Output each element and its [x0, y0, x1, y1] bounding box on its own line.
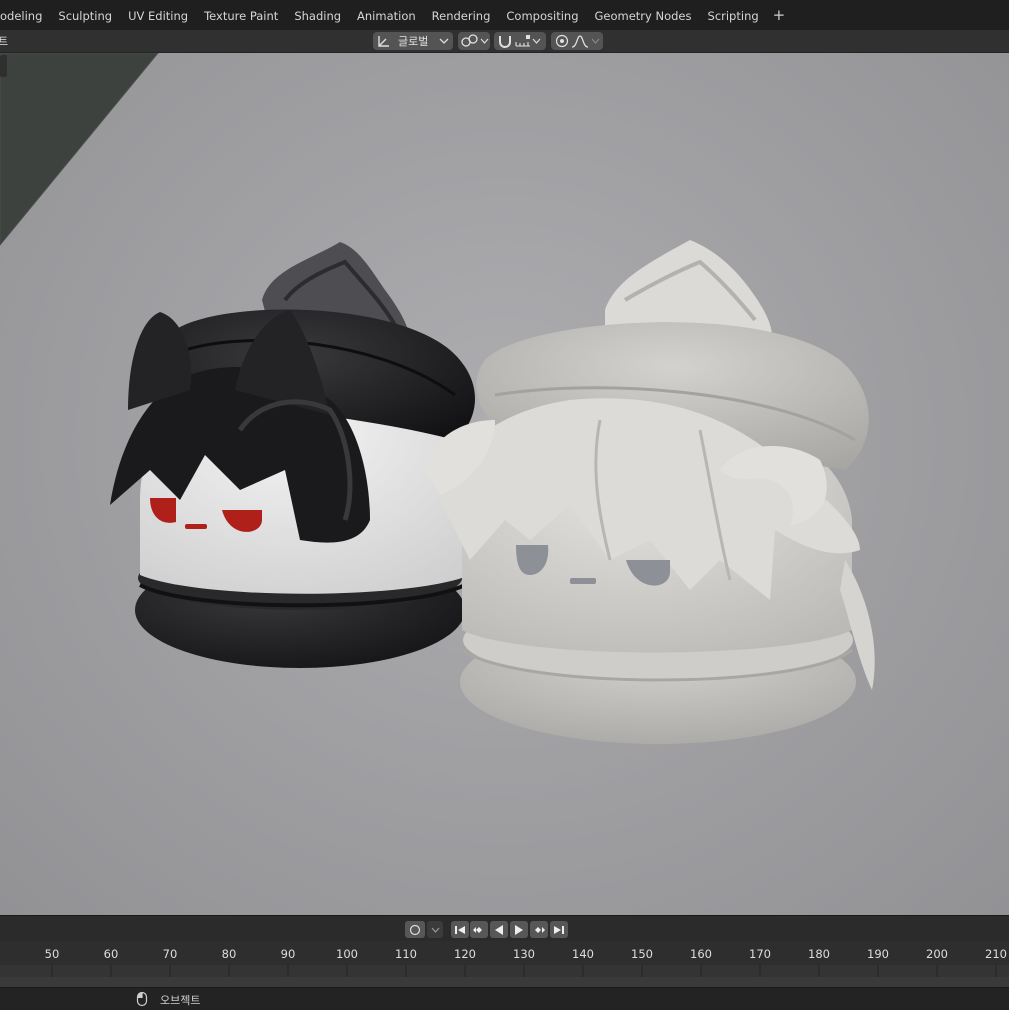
magnet-icon [499, 36, 511, 48]
workspace-tab-bar: odeling Sculpting UV Editing Texture Pai… [0, 0, 1009, 31]
transform-orientation-label: 글로벌 [398, 35, 429, 48]
view-menu[interactable]: 트 [0, 33, 8, 49]
proportional-editing-icon [555, 34, 569, 48]
timeline-track[interactable] [0, 965, 1009, 987]
status-bar: 오브젝트 [0, 987, 1009, 1010]
frame-label: 50 [44, 947, 60, 961]
frame-label: 110 [395, 947, 417, 961]
frame-label: 80 [221, 947, 237, 961]
tab-scripting[interactable]: Scripting [700, 0, 767, 30]
jump-to-end-button[interactable] [550, 921, 568, 938]
frame-label: 170 [749, 947, 771, 961]
tab-modeling[interactable]: odeling [0, 0, 50, 30]
play-reverse-button[interactable] [490, 921, 508, 938]
tab-shading[interactable]: Shading [286, 0, 349, 30]
frame-label: 100 [336, 947, 358, 961]
tab-uv-editing[interactable]: UV Editing [120, 0, 196, 30]
chevron-down-icon [532, 38, 541, 44]
timeline-header [0, 915, 1009, 942]
workspace-tabs: odeling Sculpting UV Editing Texture Pai… [0, 0, 791, 30]
pivot-point-dropdown[interactable] [458, 32, 490, 50]
tab-rendering[interactable]: Rendering [424, 0, 499, 30]
mouse-hint-label: 오브젝트 [160, 994, 201, 1007]
jump-to-start-button[interactable] [451, 921, 469, 938]
tab-animation[interactable]: Animation [349, 0, 424, 30]
add-workspace-button[interactable]: + [767, 0, 792, 30]
frame-label: 180 [808, 947, 830, 961]
tab-compositing[interactable]: Compositing [498, 0, 586, 30]
transform-orientation-dropdown[interactable]: 글로벌 [373, 32, 453, 50]
keying-toggle[interactable] [405, 921, 425, 938]
black-model[interactable] [110, 242, 475, 668]
jump-start-icon [455, 925, 465, 934]
timeline-ruler[interactable]: 50 60 70 80 90 100 110 120 130 140 150 1… [0, 941, 1009, 965]
snapping-group[interactable] [494, 32, 546, 50]
play-icon [515, 924, 523, 935]
timeline-grid [0, 965, 1009, 987]
frame-label: 130 [513, 947, 535, 961]
jump-end-icon [554, 925, 564, 934]
frame-label: 120 [454, 947, 476, 961]
frame-label: 140 [572, 947, 594, 961]
mouse-icon [136, 991, 148, 1007]
falloff-curve-icon [571, 35, 589, 48]
tab-geometry-nodes[interactable]: Geometry Nodes [587, 0, 700, 30]
frame-label: 150 [631, 947, 653, 961]
prev-keyframe-icon [473, 926, 482, 933]
frame-label: 190 [867, 947, 889, 961]
chevron-down-icon [480, 38, 489, 44]
frame-label: 160 [690, 947, 712, 961]
jump-prev-keyframe-button[interactable] [470, 921, 488, 938]
viewport-scene [0, 53, 875, 744]
toolbar-collapsed-tab[interactable] [0, 55, 7, 77]
play-button[interactable] [510, 921, 528, 938]
keying-dropdown[interactable] [427, 921, 443, 938]
jump-next-keyframe-button[interactable] [530, 921, 548, 938]
snap-increment-icon [515, 35, 530, 47]
tab-sculpting[interactable]: Sculpting [50, 0, 120, 30]
3d-viewport[interactable] [0, 53, 1009, 915]
next-keyframe-icon [535, 926, 545, 933]
tab-texture-paint[interactable]: Texture Paint [196, 0, 286, 30]
frame-label: 70 [162, 947, 178, 961]
pivot-link-icon [461, 34, 478, 47]
chevron-down-icon [439, 38, 449, 44]
frame-label: 200 [926, 947, 948, 961]
white-model[interactable] [425, 240, 875, 744]
chevron-down-icon [431, 927, 439, 933]
proportional-editing-group[interactable] [551, 32, 603, 50]
orientation-axes-icon [378, 36, 389, 47]
chevron-down-icon [591, 38, 600, 44]
frame-label: 60 [103, 947, 119, 961]
viewport-header: 트 글로벌 [0, 30, 1009, 53]
frame-label: 210 [985, 947, 1007, 961]
frame-label: 90 [280, 947, 296, 961]
play-reverse-icon [495, 924, 503, 935]
keyframe-circle-icon [409, 924, 421, 935]
